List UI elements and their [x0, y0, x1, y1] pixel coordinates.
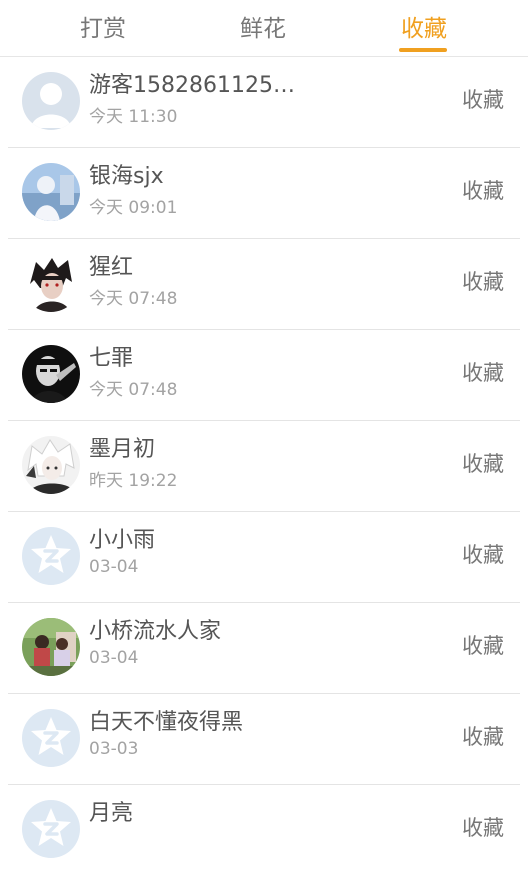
list-item[interactable]: 游客1582861125… 今天 11:30 收藏 [8, 57, 520, 148]
list-item[interactable]: 月亮 收藏 [8, 785, 520, 875]
timestamp: 03-04 [89, 557, 139, 577]
user-name: 小桥流水人家 [89, 619, 222, 644]
favorite-label: 收藏 [462, 361, 504, 385]
timestamp: 今天 11:30 [89, 107, 178, 127]
user-name: 游客1582861125… [89, 73, 295, 98]
default-z-icon [22, 800, 80, 858]
user-name: 小小雨 [89, 528, 156, 553]
user-avatar [22, 345, 80, 403]
default-z-icon [22, 709, 80, 767]
favorite-label: 收藏 [462, 88, 504, 112]
list-item[interactable]: 小桥流水人家 03-04 收藏 [8, 603, 520, 694]
user-avatar [22, 436, 80, 494]
list-item[interactable]: 银海sjx 今天 09:01 收藏 [8, 148, 520, 239]
user-avatar [22, 254, 80, 312]
list-item[interactable]: 小小雨 03-04 收藏 [8, 512, 520, 603]
user-name: 猩红 [89, 255, 134, 280]
default-z-icon [22, 527, 80, 585]
favorite-label: 收藏 [462, 179, 504, 203]
user-name: 月亮 [89, 801, 134, 826]
timestamp: 今天 07:48 [89, 289, 178, 309]
favorite-label: 收藏 [462, 270, 504, 294]
timestamp: 今天 09:01 [89, 198, 178, 218]
list-item[interactable]: 白天不懂夜得黑 03-03 收藏 [8, 694, 520, 785]
user-name: 银海sjx [89, 164, 164, 189]
list-item[interactable]: 猩红 今天 07:48 收藏 [8, 239, 520, 330]
timestamp: 昨天 19:22 [89, 471, 178, 491]
favorite-label: 收藏 [462, 634, 504, 658]
timestamp: 03-03 [89, 739, 139, 759]
active-tab-indicator [399, 48, 447, 52]
tab-favorites[interactable]: 收藏 [393, 0, 455, 52]
favorites-list: 游客1582861125… 今天 11:30 收藏 银海sjx 今天 09:01… [0, 57, 528, 875]
user-name: 墨月初 [89, 437, 156, 462]
tab-bar: 打赏 鲜花 收藏 [0, 0, 528, 57]
timestamp: 03-04 [89, 648, 139, 668]
list-item[interactable]: 墨月初 昨天 19:22 收藏 [8, 421, 520, 512]
favorite-label: 收藏 [462, 543, 504, 567]
tab-flowers[interactable]: 鲜花 [232, 0, 294, 52]
user-avatar [22, 618, 80, 676]
user-name: 七罪 [89, 346, 134, 371]
tab-reward[interactable]: 打赏 [72, 0, 134, 52]
list-item[interactable]: 七罪 今天 07:48 收藏 [8, 330, 520, 421]
user-avatar [22, 163, 80, 221]
timestamp: 今天 07:48 [89, 380, 178, 400]
user-name: 白天不懂夜得黑 [89, 710, 244, 735]
favorite-label: 收藏 [462, 452, 504, 476]
favorite-label: 收藏 [462, 725, 504, 749]
default-person-icon [22, 72, 80, 130]
